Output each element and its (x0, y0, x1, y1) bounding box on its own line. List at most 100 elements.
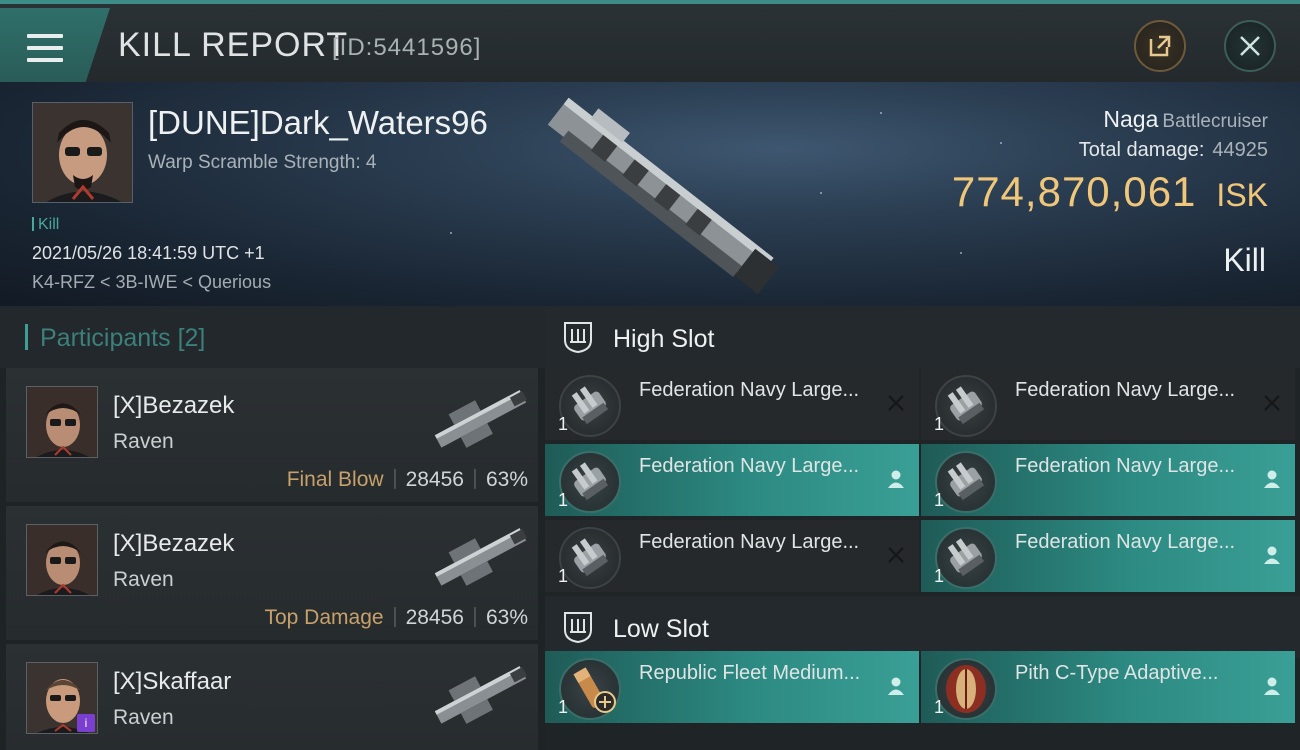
participant-stats: Top Damage 28456 63% (264, 606, 528, 630)
participant-damage: 28456 (405, 606, 464, 629)
total-damage-value: 44925 (1212, 139, 1268, 161)
total-damage-label: Total damage: (1078, 139, 1205, 161)
participant-name[interactable]: [X]Bezazek (113, 392, 234, 420)
isk-amount: 774,870,061 (951, 168, 1197, 215)
module-item[interactable]: 1 Federation Navy Large... (921, 368, 1295, 440)
module-quantity: 1 (934, 414, 945, 434)
module-item[interactable]: 1 Federation Navy Large... (921, 444, 1295, 516)
info-badge: i (77, 714, 95, 732)
participant-ship: Raven (113, 430, 174, 453)
participant-row[interactable]: [X]Bezazek Raven Final Blow 28456 63% (6, 368, 538, 502)
isk-unit: ISK (1216, 177, 1268, 213)
top-damage-tag: Top Damage (264, 606, 384, 629)
total-damage: Total damage: 44925 (1079, 139, 1268, 162)
destroyed-icon (888, 547, 904, 563)
module-name: Federation Navy Large... (639, 531, 860, 553)
module-icon (935, 451, 997, 513)
report-id: [ID:5441596] (332, 34, 482, 61)
module-quantity: 1 (558, 490, 569, 510)
participant-ship: Raven (113, 568, 174, 591)
victim-ship-image (547, 97, 779, 294)
module-item[interactable]: 1 Federation Navy Large... (921, 520, 1295, 592)
low-slot-header: Low Slot (545, 596, 1300, 658)
module-item[interactable]: 1 Republic Fleet Medium... (545, 651, 919, 723)
module-quantity: 1 (934, 697, 945, 717)
participant-avatar[interactable] (26, 386, 98, 458)
module-quantity: 1 (558, 566, 569, 586)
hamburger-icon[interactable] (27, 34, 63, 62)
victim-name[interactable]: [DUNE]Dark_Waters96 (148, 104, 488, 142)
module-name: Federation Navy Large... (1015, 455, 1236, 477)
ship-class: Battlecruiser (1162, 111, 1268, 132)
module-item[interactable]: 1 Federation Navy Large... (545, 444, 919, 516)
ship-name: Naga (1103, 106, 1159, 132)
kill-location[interactable]: K4-RFZ < 3B-IWE < Querious (32, 272, 271, 293)
low-slot-label: Low Slot (613, 615, 709, 643)
kill-datetime: 2021/05/26 18:41:59 UTC +1 (32, 243, 265, 263)
victim-ship[interactable]: Naga Battlecruiser (1103, 106, 1268, 133)
participant-row[interactable]: [X]Bezazek Raven Top Damage 28456 63% (6, 506, 538, 640)
module-icon (935, 375, 997, 437)
participants-title: Participants [2] (40, 324, 205, 353)
dropped-icon (1264, 470, 1280, 488)
module-item[interactable]: 1 Federation Navy Large... (545, 520, 919, 592)
module-item[interactable]: 1 Pith C-Type Adaptive... (921, 651, 1295, 723)
participants-label: Participants (40, 324, 171, 352)
module-icon (559, 375, 621, 437)
module-name: Federation Navy Large... (639, 379, 860, 401)
final-blow-tag: Final Blow (286, 468, 384, 491)
participants-panel: Participants [2] [X]Bezazek Raven Final … (0, 306, 545, 750)
participant-row[interactable]: i [X]Skaffaar Raven (6, 644, 538, 750)
menu-button[interactable] (0, 8, 110, 82)
module-name: Federation Navy Large... (639, 455, 860, 477)
result-label: Kill (1223, 242, 1266, 278)
high-slot-icon (564, 322, 592, 354)
module-name: Republic Fleet Medium... (639, 662, 861, 684)
page-title: KILL REPORT (118, 26, 349, 64)
participants-count: [2] (177, 324, 206, 352)
participants-header: Participants [2] (0, 306, 545, 368)
participant-ship-image (434, 528, 527, 586)
module-item[interactable]: 1 Federation Navy Large... (545, 368, 919, 440)
fittings-panel: High Slot 1 Federation Navy Large... 1 Fede… (545, 306, 1300, 750)
high-slot-header: High Slot (545, 306, 1300, 368)
kill-tag: Kill (32, 216, 59, 234)
module-icon (559, 658, 621, 720)
header-accent-bar (25, 324, 28, 350)
module-icon (935, 527, 997, 589)
module-icon (935, 658, 997, 720)
participant-name[interactable]: [X]Bezazek (113, 530, 234, 558)
close-icon (1240, 36, 1260, 56)
high-slot-label: High Slot (613, 325, 715, 353)
participant-ship: Raven (113, 706, 174, 729)
victim-summary: [DUNE]Dark_Waters96 Warp Scramble Streng… (0, 82, 1300, 306)
title-bar: KILL REPORT [ID:5441596] (0, 0, 1300, 82)
module-quantity: 1 (934, 566, 945, 586)
low-slot-icon (564, 612, 592, 644)
dropped-icon (1264, 677, 1280, 695)
module-name: Pith C-Type Adaptive... (1015, 662, 1219, 684)
close-button[interactable] (1224, 20, 1276, 72)
module-name: Federation Navy Large... (1015, 379, 1236, 401)
module-quantity: 1 (934, 490, 945, 510)
destroyed-icon (888, 395, 904, 411)
participant-percent: 63% (485, 606, 528, 629)
dropped-icon (888, 677, 904, 695)
external-link-icon (1149, 35, 1171, 57)
share-button[interactable] (1134, 20, 1186, 72)
warp-scramble-strength: Warp Scramble Strength: 4 (148, 152, 377, 173)
module-name: Federation Navy Large... (1015, 531, 1236, 553)
module-quantity: 1 (558, 697, 569, 717)
participant-ship-image (434, 666, 527, 724)
dropped-icon (888, 470, 904, 488)
destroyed-icon (1264, 395, 1280, 411)
dropped-icon (1264, 546, 1280, 564)
participant-ship-image (434, 390, 527, 448)
participant-name[interactable]: [X]Skaffaar (113, 668, 231, 696)
module-icon (559, 527, 621, 589)
module-icon (559, 451, 621, 513)
participant-avatar[interactable] (26, 524, 98, 596)
participant-stats: Final Blow 28456 63% (287, 468, 528, 492)
victim-avatar[interactable] (32, 102, 133, 203)
module-quantity: 1 (558, 414, 569, 434)
